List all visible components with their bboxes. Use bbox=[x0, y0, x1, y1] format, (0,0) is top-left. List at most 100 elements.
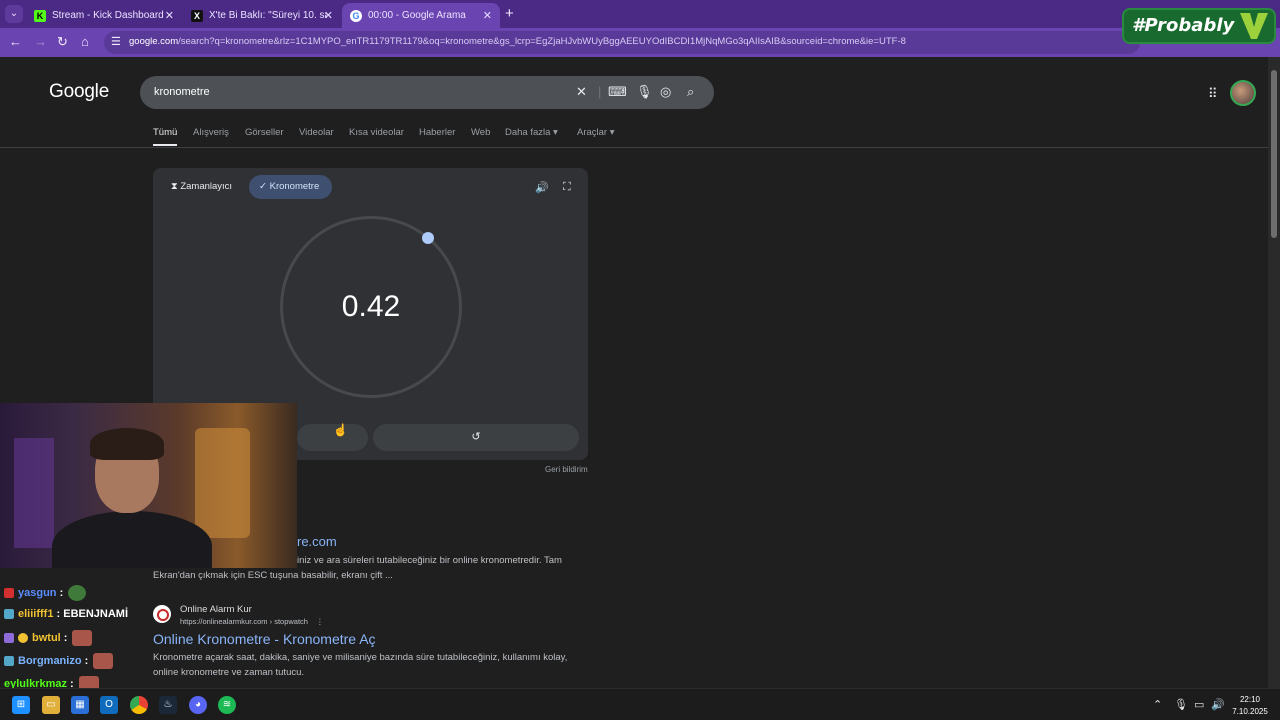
result-snippet: online kronometre ve zaman tutucu. bbox=[153, 667, 305, 678]
checkmark-v-icon bbox=[1240, 13, 1268, 39]
active-tab-indicator bbox=[153, 144, 177, 146]
windows-start-icon[interactable]: ⊞ bbox=[12, 696, 30, 714]
search-input[interactable]: kronometre bbox=[154, 86, 210, 98]
chat-badge-icon bbox=[4, 609, 14, 619]
chat-username: eliiifff1 bbox=[18, 608, 54, 620]
scrollbar-thumb[interactable] bbox=[1271, 70, 1277, 238]
feedback-link[interactable]: Geri bildirim bbox=[545, 465, 588, 474]
google-logo[interactable]: Google bbox=[49, 81, 109, 103]
chrome-icon[interactable] bbox=[130, 696, 148, 714]
tab-label: X'te Bi Baklı: "Süreyi 10. saniyede bbox=[209, 10, 327, 21]
dial-progress-dot bbox=[422, 232, 434, 244]
fullscreen-icon[interactable]: ⛶ bbox=[563, 181, 571, 194]
result-url[interactable]: https://onlinealarmkur.com › stopwatch ⋮ bbox=[180, 617, 324, 626]
kick-icon: K bbox=[34, 9, 46, 22]
webcam-background-light bbox=[14, 438, 54, 548]
stopwatch-mode-button[interactable]: ✓ Kronometre bbox=[249, 175, 332, 199]
volume-icon[interactable]: 🔊 bbox=[1211, 698, 1225, 711]
chat-separator: : bbox=[81, 655, 89, 667]
lens-icon[interactable]: ◎ bbox=[660, 84, 671, 100]
clock-date: 7.10.2025 bbox=[1232, 707, 1268, 716]
home-icon[interactable]: ⌂ bbox=[81, 34, 89, 49]
outlook-icon[interactable]: O bbox=[100, 696, 118, 714]
chat-message: yasgun : bbox=[4, 585, 87, 601]
result-site-name[interactable]: Online Alarm Kur bbox=[180, 604, 252, 615]
chat-message: eliiifff1 : EBENJNAMİ bbox=[4, 608, 128, 620]
tab-all[interactable]: Tümü bbox=[153, 127, 177, 138]
address-bar[interactable]: ☰ google.com/search?q=kronometre&rlz=1C1… bbox=[104, 31, 1140, 54]
tab-x-post[interactable]: X X'te Bi Baklı: "Süreyi 10. saniyede ✕ bbox=[183, 3, 341, 28]
close-tab-icon[interactable]: ✕ bbox=[165, 9, 174, 22]
steam-icon[interactable]: ♨ bbox=[159, 696, 177, 714]
webcam-window-light bbox=[195, 428, 250, 538]
tab-videos[interactable]: Videolar bbox=[299, 127, 334, 138]
tab-label: Stream - Kick Dashboard bbox=[52, 10, 164, 21]
tray-overflow-icon[interactable]: ⌃ bbox=[1153, 698, 1162, 711]
divider: | bbox=[598, 84, 602, 99]
apps-grid-icon[interactable]: ⠿ bbox=[1208, 86, 1218, 102]
close-tab-icon[interactable]: ✕ bbox=[483, 9, 492, 22]
clear-icon[interactable]: ✕ bbox=[576, 84, 587, 100]
sound-icon[interactable]: 🔊 bbox=[535, 181, 549, 194]
result-link[interactable]: re.com bbox=[297, 534, 337, 549]
stream-overlay-badge: #Probably bbox=[1122, 8, 1276, 44]
result-title[interactable]: Online Kronometre - Kronometre Aç bbox=[153, 631, 376, 647]
tab-tools[interactable]: Araçlar ▾ bbox=[577, 127, 615, 138]
close-tab-icon[interactable]: ✕ bbox=[324, 9, 333, 22]
chat-message: bwtul : bbox=[4, 630, 93, 646]
timer-mode-label: Zamanlayıcı bbox=[180, 181, 233, 192]
discord-icon[interactable]: ◕ bbox=[189, 696, 207, 714]
result-snippet: Ekran'dan çıkmak için ESC tuşuna basabil… bbox=[153, 570, 393, 581]
result-url-text: https://onlinealarmkur.com › stopwatch bbox=[180, 617, 308, 626]
mouse-cursor-icon: ☝ bbox=[333, 423, 348, 437]
tab-web[interactable]: Web bbox=[471, 127, 490, 138]
taskbar: ⊞ ▭ ▦ O ♨ ◕ ≋ ⌃ 🎙 ▭ 🔊 22:10 7.10.2025 bbox=[0, 688, 1280, 720]
stopwatch-time: 0.42 bbox=[341, 290, 401, 323]
chat-overlay: yasgun : eliiifff1 : EBENJNAMİ bwtul : B… bbox=[0, 568, 150, 692]
search-box[interactable]: kronometre ✕ | ⌨ 🎙 ◎ ⌕ bbox=[140, 76, 714, 109]
tab-search-icon[interactable]: ⌄ bbox=[5, 5, 23, 23]
hourglass-icon: ⧗ bbox=[171, 181, 178, 192]
timer-mode-button[interactable]: ⧗ Zamanlayıcı bbox=[171, 181, 232, 192]
streamer-body bbox=[52, 511, 212, 568]
back-icon[interactable]: ← bbox=[9, 34, 22, 49]
tab-short-videos[interactable]: Kısa videolar bbox=[349, 127, 404, 138]
system-clock[interactable]: 22:10 7.10.2025 bbox=[1228, 694, 1272, 718]
overlay-badge-text: #Probably bbox=[1132, 15, 1235, 36]
tab-google-search[interactable]: G 00:00 - Google Arama ✕ bbox=[342, 3, 500, 28]
reload-icon[interactable]: ↻ bbox=[57, 34, 68, 50]
new-tab-button[interactable]: + bbox=[505, 5, 514, 22]
store-icon[interactable]: ▦ bbox=[71, 696, 89, 714]
reset-button[interactable]: ↺ bbox=[373, 424, 579, 451]
tab-more[interactable]: Daha fazla ▾ bbox=[505, 127, 558, 138]
microphone-icon[interactable]: 🎙 bbox=[636, 84, 653, 100]
browser-toolbar: ← → ↻ ⌂ ☰ google.com/search?q=kronometre… bbox=[0, 28, 1280, 57]
screen: ⌄ K Stream - Kick Dashboard ✕ X X'te Bi … bbox=[0, 0, 1280, 720]
search-icon[interactable]: ⌕ bbox=[687, 84, 694, 100]
site-info-icon[interactable]: ☰ bbox=[111, 35, 121, 48]
chat-separator: : bbox=[53, 608, 64, 620]
result-snippet: Kronometre açarak saat, dakika, saniye v… bbox=[153, 652, 568, 663]
address-url: google.com/search?q=kronometre&rlz=1C1MY… bbox=[129, 36, 906, 47]
chat-badge-icon bbox=[4, 656, 14, 666]
check-icon: ✓ bbox=[259, 181, 267, 192]
keyboard-icon[interactable]: ⌨ bbox=[608, 84, 627, 100]
chat-message: Borgmanizo : bbox=[4, 653, 114, 669]
avatar[interactable] bbox=[1230, 80, 1256, 106]
microphone-tray-icon[interactable]: 🎙 bbox=[1174, 698, 1188, 711]
url-path: /search?q=kronometre&rlz=1C1MYPO_enTR117… bbox=[178, 36, 906, 47]
network-icon[interactable]: ▭ bbox=[1194, 698, 1204, 711]
reset-icon: ↺ bbox=[471, 431, 481, 443]
file-explorer-icon[interactable]: ▭ bbox=[42, 696, 60, 714]
tab-news[interactable]: Haberler bbox=[419, 127, 455, 138]
webcam-overlay bbox=[0, 403, 297, 568]
tab-images[interactable]: Görseller bbox=[245, 127, 284, 138]
pepe-emote-icon bbox=[68, 585, 87, 601]
tab-more-label: Daha fazla bbox=[505, 127, 551, 138]
stopwatch-mode-label: Kronometre bbox=[269, 181, 320, 192]
more-options-icon[interactable]: ⋮ bbox=[316, 617, 324, 626]
spotify-icon[interactable]: ≋ bbox=[218, 696, 236, 714]
tab-shopping[interactable]: Alışveriş bbox=[193, 127, 229, 138]
forward-icon[interactable]: → bbox=[34, 34, 47, 49]
tab-kick-dashboard[interactable]: K Stream - Kick Dashboard ✕ bbox=[26, 3, 182, 28]
